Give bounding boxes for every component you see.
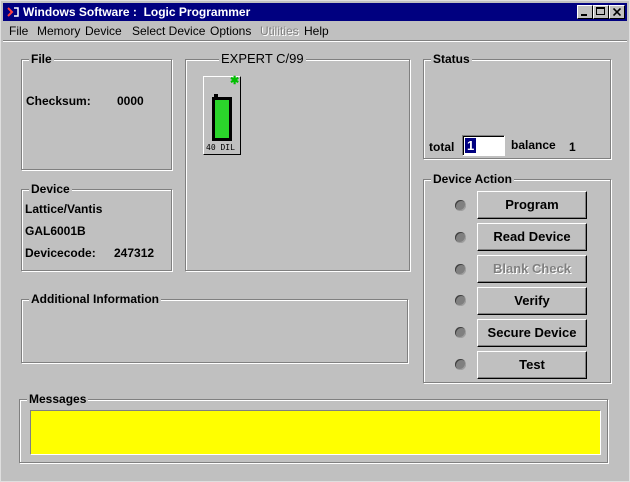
main-window: Windows Software : Logic Programmer File… bbox=[0, 0, 630, 482]
program-led bbox=[455, 200, 466, 211]
menu-divider bbox=[3, 40, 627, 42]
total-label: total bbox=[429, 140, 455, 154]
total-value: 1 bbox=[465, 138, 477, 153]
messages-label: Messages bbox=[27, 391, 89, 407]
chip-icon bbox=[212, 97, 232, 141]
window-title: Windows Software : Logic Programmer bbox=[23, 5, 251, 19]
socket-label: 40 DIL bbox=[206, 143, 235, 152]
close-button[interactable] bbox=[609, 5, 625, 19]
menu-file[interactable]: File bbox=[9, 24, 28, 38]
minimize-icon bbox=[581, 14, 587, 16]
device-action-label: Device Action bbox=[431, 171, 514, 187]
read-device-led bbox=[455, 232, 466, 243]
checksum-label: Checksum: bbox=[26, 94, 91, 108]
title-bar: Windows Software : Logic Programmer bbox=[3, 3, 627, 21]
maximize-button[interactable] bbox=[593, 5, 609, 19]
blank-check-button: Blank Check bbox=[477, 255, 587, 283]
chip-pin-marker bbox=[214, 94, 218, 98]
additional-info-label: Additional Information bbox=[29, 291, 161, 307]
blank-check-led bbox=[455, 264, 466, 275]
program-button[interactable]: Program bbox=[477, 191, 587, 219]
file-group: File bbox=[21, 51, 172, 170]
test-button[interactable]: Test bbox=[477, 351, 587, 379]
secure-device-led bbox=[455, 327, 466, 338]
menu-memory[interactable]: Memory bbox=[37, 24, 80, 38]
read-device-button[interactable]: Read Device bbox=[477, 223, 587, 251]
device-group-label: Device bbox=[29, 181, 72, 197]
app-icon bbox=[7, 7, 19, 17]
menu-device[interactable]: Device bbox=[85, 24, 122, 38]
close-icon bbox=[613, 8, 621, 16]
devicecode-label: Devicecode: bbox=[25, 246, 96, 260]
minimize-button[interactable] bbox=[577, 5, 593, 19]
checksum-value: 0000 bbox=[117, 94, 144, 108]
devicecode-value: 247312 bbox=[114, 246, 155, 260]
menu-select-device[interactable]: Select Device bbox=[132, 24, 205, 38]
verify-led bbox=[455, 295, 466, 306]
menu-utilities: Utilities bbox=[260, 24, 299, 38]
verify-button[interactable]: Verify bbox=[477, 287, 587, 315]
status-group-label: Status bbox=[431, 51, 472, 67]
menu-help[interactable]: Help bbox=[304, 24, 329, 38]
file-group-label: File bbox=[29, 51, 54, 67]
maximize-icon bbox=[596, 7, 605, 15]
socket-button[interactable]: ✱ 40 DIL bbox=[203, 76, 241, 155]
socket-status-icon: ✱ bbox=[230, 75, 240, 87]
secure-device-button[interactable]: Secure Device bbox=[477, 319, 587, 347]
programmer-label: EXPERT C/99 bbox=[219, 51, 306, 67]
total-input[interactable]: 1 bbox=[462, 135, 505, 156]
device-manufacturer: Lattice/Vantis bbox=[25, 202, 103, 216]
messages-box bbox=[30, 410, 601, 455]
balance-value: 1 bbox=[569, 140, 576, 154]
test-led bbox=[455, 359, 466, 370]
menu-bar: File Memory Device Select Device Options… bbox=[3, 22, 627, 40]
device-part: GAL6001B bbox=[25, 224, 86, 238]
balance-label: balance bbox=[511, 138, 556, 152]
additional-info-group: Additional Information bbox=[21, 291, 408, 363]
menu-options[interactable]: Options bbox=[210, 24, 251, 38]
